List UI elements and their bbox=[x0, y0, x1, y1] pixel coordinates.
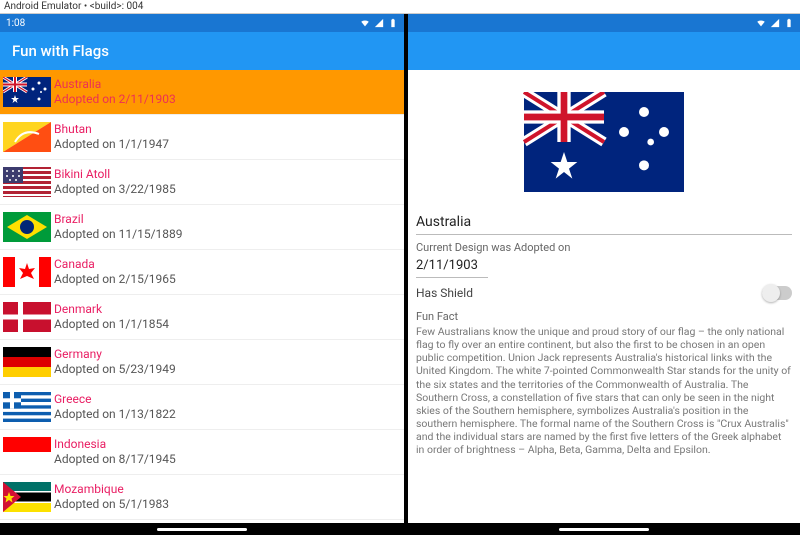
flag-icon bbox=[2, 121, 52, 153]
master-pane: 1:08 Fun with Flags AustraliaAdopted on … bbox=[0, 14, 404, 535]
funfact-text: Few Australians know the unique and prou… bbox=[416, 325, 792, 456]
adopted-on: Adopted on 5/1/1983 bbox=[54, 497, 400, 512]
detail-pane: Australia Current Design was Adopted on … bbox=[408, 14, 800, 535]
list-item[interactable]: AustraliaAdopted on 2/11/1903 bbox=[0, 70, 404, 115]
detail-flag-image bbox=[519, 92, 689, 192]
list-item[interactable]: DenmarkAdopted on 1/1/1854 bbox=[0, 295, 404, 340]
app-title: Fun with Flags bbox=[12, 42, 109, 60]
adopted-on: Adopted on 1/13/1822 bbox=[54, 407, 400, 422]
list-item[interactable]: CanadaAdopted on 2/15/1965 bbox=[0, 250, 404, 295]
country-name: Indonesia bbox=[54, 437, 400, 452]
wifi-icon bbox=[756, 18, 766, 28]
country-name-field[interactable]: Australia bbox=[416, 210, 792, 235]
list-item[interactable]: IndonesiaAdopted on 8/17/1945 bbox=[0, 430, 404, 475]
flag-icon bbox=[2, 76, 52, 108]
adopted-on: Adopted on 11/15/1889 bbox=[54, 227, 400, 242]
country-name: Greece bbox=[54, 392, 400, 407]
country-name: Bikini Atoll bbox=[54, 167, 400, 182]
app-bar: Fun with Flags bbox=[0, 32, 404, 70]
app-bar-right bbox=[408, 32, 800, 70]
country-name: Germany bbox=[54, 347, 400, 362]
country-list[interactable]: AustraliaAdopted on 2/11/1903BhutanAdopt… bbox=[0, 70, 404, 523]
signal-icon bbox=[374, 18, 384, 28]
status-time: 1:08 bbox=[6, 18, 25, 29]
country-name: Mozambique bbox=[54, 482, 400, 497]
adopted-label: Current Design was Adopted on bbox=[416, 241, 792, 254]
battery-icon bbox=[784, 18, 794, 28]
flag-icon bbox=[2, 481, 52, 513]
country-name: Australia bbox=[54, 77, 400, 92]
list-item[interactable]: GermanyAdopted on 5/23/1949 bbox=[0, 340, 404, 385]
flag-icon bbox=[2, 166, 52, 198]
country-name: Bhutan bbox=[54, 122, 400, 137]
status-icons bbox=[756, 18, 794, 28]
adopted-date-field[interactable]: 2/11/1903 bbox=[416, 254, 488, 278]
list-item[interactable]: MozambiqueAdopted on 5/1/1983 bbox=[0, 475, 404, 520]
adopted-on: Adopted on 8/17/1945 bbox=[54, 452, 400, 467]
has-shield-label: Has Shield bbox=[416, 286, 473, 300]
nav-bar-right bbox=[408, 523, 800, 535]
flag-icon bbox=[2, 391, 52, 423]
flag-icon bbox=[2, 436, 52, 468]
country-name: Brazil bbox=[54, 212, 400, 227]
country-name: Denmark bbox=[54, 302, 400, 317]
adopted-on: Adopted on 2/15/1965 bbox=[54, 272, 400, 287]
adopted-on: Adopted on 1/1/1854 bbox=[54, 317, 400, 332]
flag-icon bbox=[2, 301, 52, 333]
status-bar-right bbox=[408, 14, 800, 32]
list-item[interactable]: BrazilAdopted on 11/15/1889 bbox=[0, 205, 404, 250]
country-name: Canada bbox=[54, 257, 400, 272]
battery-icon bbox=[388, 18, 398, 28]
signal-icon bbox=[770, 18, 780, 28]
status-icons bbox=[360, 18, 398, 28]
adopted-on: Adopted on 3/22/1985 bbox=[54, 182, 400, 197]
nav-bar-left bbox=[0, 523, 404, 535]
has-shield-toggle[interactable] bbox=[762, 286, 792, 300]
list-item[interactable]: Bikini AtollAdopted on 3/22/1985 bbox=[0, 160, 404, 205]
wifi-icon bbox=[360, 18, 370, 28]
flag-icon bbox=[2, 211, 52, 243]
emulator-window-title: Android Emulator • <build>: 004 bbox=[0, 0, 800, 14]
funfact-label: Fun Fact bbox=[416, 310, 792, 323]
list-item[interactable]: GreeceAdopted on 1/13/1822 bbox=[0, 385, 404, 430]
adopted-on: Adopted on 5/23/1949 bbox=[54, 362, 400, 377]
adopted-on: Adopted on 1/1/1947 bbox=[54, 137, 400, 152]
flag-icon bbox=[2, 346, 52, 378]
list-item[interactable]: BhutanAdopted on 1/1/1947 bbox=[0, 115, 404, 160]
flag-icon bbox=[2, 256, 52, 288]
adopted-on: Adopted on 2/11/1903 bbox=[54, 92, 400, 107]
status-bar: 1:08 bbox=[0, 14, 404, 32]
